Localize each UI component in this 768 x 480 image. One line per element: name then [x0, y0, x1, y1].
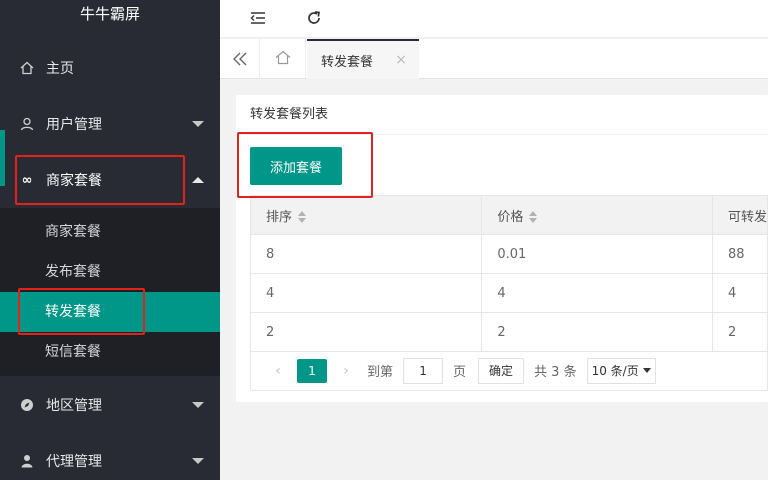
cell-price: 0.01 — [481, 234, 713, 274]
column-header-price[interactable]: 价格 — [481, 195, 713, 235]
double-chevron-left-icon[interactable] — [220, 39, 260, 79]
home-icon — [20, 61, 34, 75]
top-header — [220, 0, 768, 38]
next-page-icon[interactable]: › — [333, 363, 359, 379]
per-page-select[interactable]: 10 条/页 — [586, 357, 656, 384]
chevron-up-icon — [192, 177, 204, 183]
cell-price: 4 — [481, 273, 713, 313]
pagination: ‹ 1 › 到第 页 确定 共 3 条 10 条/页 — [250, 351, 768, 391]
cell-forwardable: 4 — [711, 273, 768, 313]
menu-toggle-icon[interactable] — [246, 6, 270, 30]
tab-label: 转发套餐 — [321, 54, 374, 70]
chevron-down-icon — [192, 402, 204, 408]
submenu-item-forward-packages[interactable]: 转发套餐 — [0, 292, 220, 332]
sidebar-item-merchant-packages[interactable]: ∞ 商家套餐 — [0, 152, 220, 208]
infinity-icon: ∞ — [21, 172, 33, 188]
user-icon — [20, 117, 34, 131]
prev-page-icon[interactable]: ‹ — [265, 363, 291, 379]
column-label: 可转发 — [727, 209, 767, 225]
sidebar-item-agents[interactable]: 代理管理 — [0, 433, 220, 480]
cell-sort: 4 — [249, 273, 483, 313]
goto-label: 到第 — [367, 365, 394, 380]
chevron-down-icon — [192, 121, 204, 127]
submenu-item-merchant-packages[interactable]: 商家套餐 — [0, 212, 220, 252]
cell-sort: 2 — [249, 312, 483, 352]
tab-forward-packages[interactable]: 转发套餐 × — [307, 39, 419, 79]
close-icon[interactable]: × — [395, 52, 407, 68]
person-icon — [20, 454, 34, 468]
tabs-bar: 转发套餐 × — [220, 39, 768, 79]
column-header-forwardable: 可转发 — [711, 195, 768, 235]
per-page-value: 10 条/页 — [591, 364, 639, 378]
package-list-card: 转发套餐列表 添加套餐 排序 价格 可转发 8 0.01 88 4 4 4 2 … — [236, 95, 768, 402]
table-header-row: 排序 价格 可转发 — [249, 195, 768, 235]
cell-forwardable: 88 — [711, 234, 768, 274]
table-row: 2 2 2 — [249, 312, 768, 352]
page-unit-label: 页 — [453, 365, 467, 380]
cell-forwardable: 2 — [711, 312, 768, 352]
total-count: 共 3 条 — [534, 365, 577, 380]
card-title: 转发套餐列表 — [236, 95, 768, 135]
compass-icon — [20, 398, 34, 412]
sidebar-item-home[interactable]: 主页 — [0, 40, 220, 96]
tab-home[interactable] — [260, 39, 306, 79]
submenu-item-publish-packages[interactable]: 发布套餐 — [0, 252, 220, 292]
sidebar-item-label: 地区管理 — [46, 398, 102, 414]
chevron-down-icon — [192, 458, 204, 464]
sort-icon[interactable] — [529, 211, 538, 223]
sidebar-item-label: 代理管理 — [46, 454, 102, 470]
refresh-icon[interactable] — [302, 6, 326, 30]
add-package-button[interactable]: 添加套餐 — [250, 147, 342, 185]
sidebar: 牛牛霸屏 主页 用户管理 ∞ 商家套餐 商家套餐 发布套餐 转发套餐 短信套餐 … — [0, 0, 220, 480]
sidebar-item-regions[interactable]: 地区管理 — [0, 377, 220, 433]
cell-price: 2 — [481, 312, 713, 352]
table-row: 8 0.01 88 — [249, 234, 768, 274]
confirm-button[interactable]: 确定 — [478, 357, 525, 384]
column-label: 价格 — [497, 209, 524, 225]
table-row: 4 4 4 — [249, 273, 768, 313]
submenu: 商家套餐 发布套餐 转发套餐 短信套餐 — [0, 208, 220, 376]
submenu-item-sms-packages[interactable]: 短信套餐 — [0, 332, 220, 372]
sidebar-item-label: 用户管理 — [46, 117, 102, 133]
packages-table: 排序 价格 可转发 8 0.01 88 4 4 4 2 2 2 — [249, 195, 768, 352]
column-header-sort[interactable]: 排序 — [249, 195, 483, 235]
sort-icon[interactable] — [298, 211, 307, 223]
sidebar-item-users[interactable]: 用户管理 — [0, 96, 220, 152]
column-label: 排序 — [266, 209, 293, 225]
app-logo-title: 牛牛霸屏 — [79, 5, 140, 23]
cell-sort: 8 — [249, 234, 483, 274]
chevron-down-icon — [642, 368, 651, 373]
page-1-button[interactable]: 1 — [297, 358, 327, 383]
goto-page-input[interactable] — [403, 357, 444, 384]
home-icon — [275, 50, 291, 69]
sidebar-item-label: 主页 — [46, 61, 74, 77]
sidebar-item-label: 商家套餐 — [46, 173, 102, 189]
